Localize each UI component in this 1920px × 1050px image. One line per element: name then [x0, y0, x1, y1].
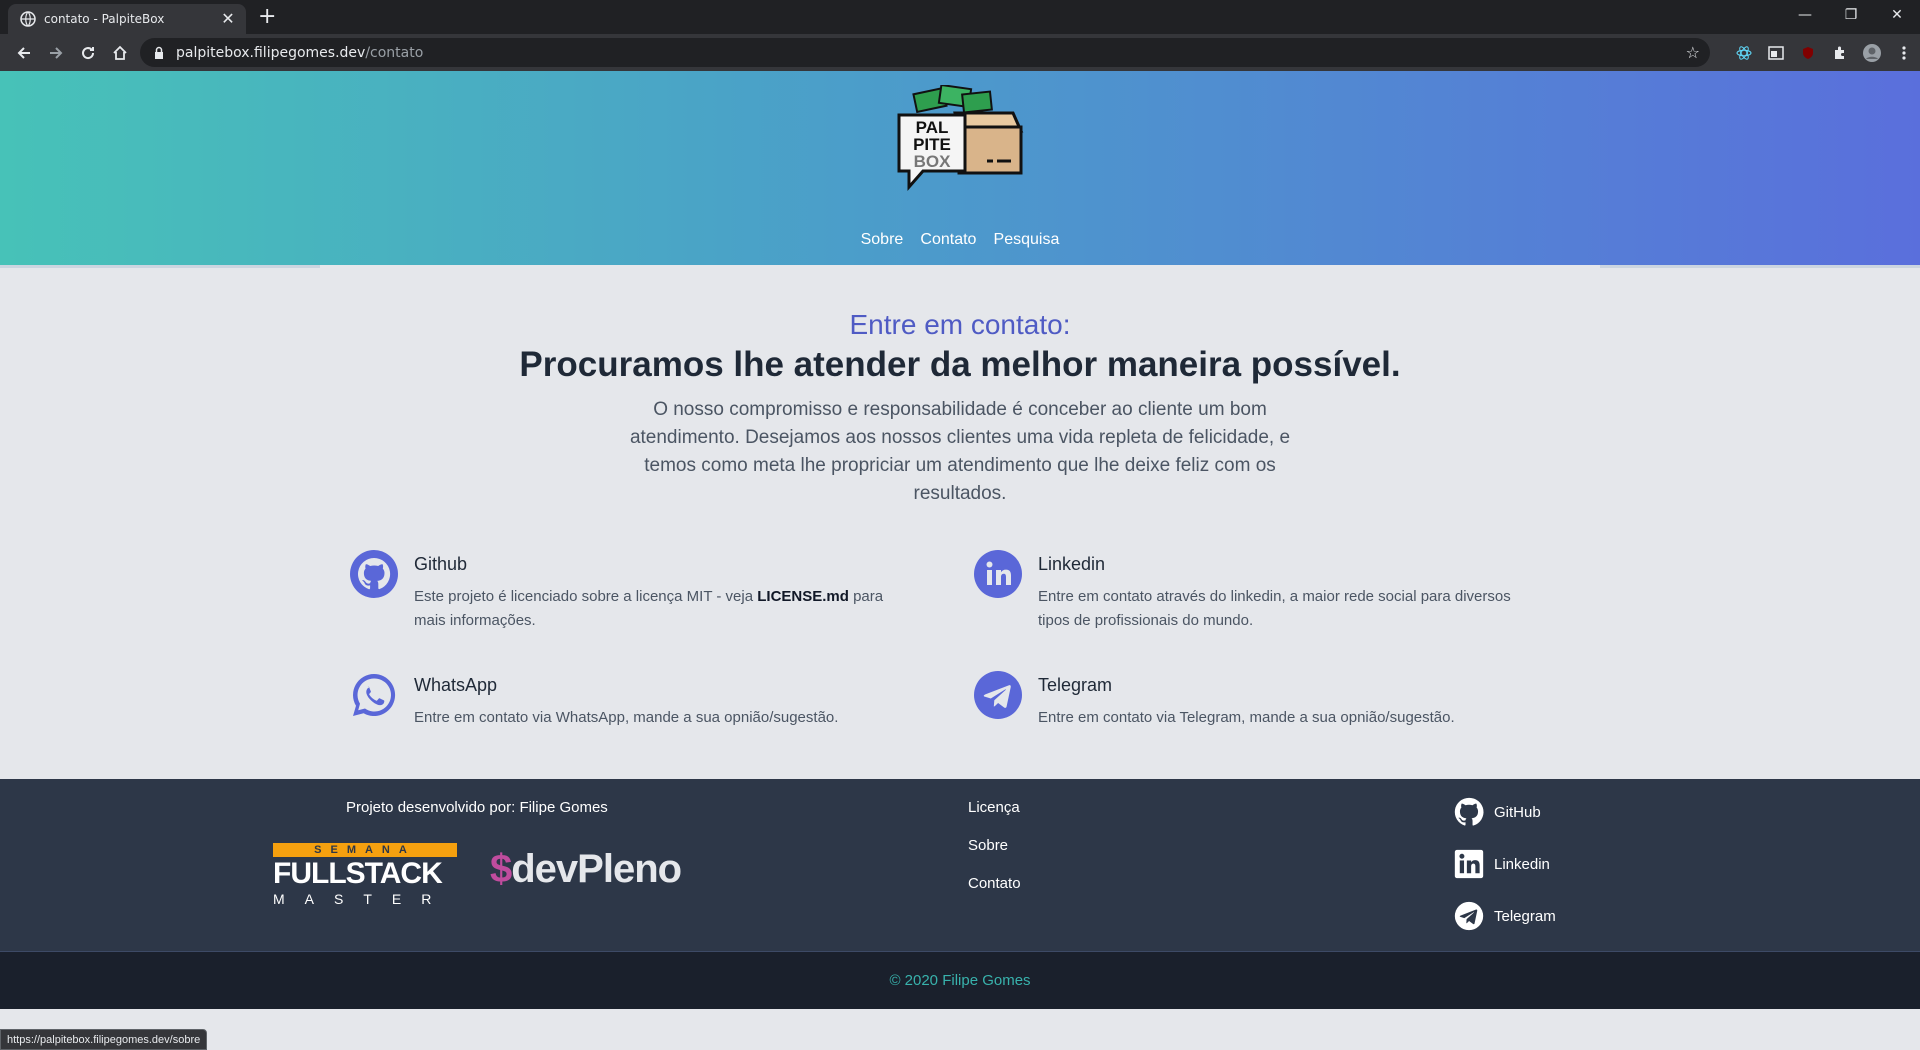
linkedin-icon: [974, 550, 1022, 598]
footer-link-sobre[interactable]: Sobre: [968, 837, 1021, 854]
status-bar-url: https://palpitebox.filipegomes.dev/sobre: [0, 1029, 208, 1050]
main-nav: Sobre Contato Pesquisa: [0, 229, 1920, 249]
card-linkedin-text: Entre em contato através do linkedin, a …: [1038, 588, 1511, 629]
home-button[interactable]: [104, 39, 136, 67]
react-devtools-icon[interactable]: [1728, 45, 1760, 61]
nav-contato[interactable]: Contato: [920, 231, 976, 248]
close-window-button[interactable]: ✕: [1874, 0, 1920, 30]
card-telegram-title: Telegram: [1038, 675, 1113, 695]
contact-heading: Procuramos lhe atender da melhor maneira…: [519, 345, 1401, 384]
browser-menu-icon[interactable]: [1888, 45, 1920, 61]
globe-icon: [20, 11, 36, 27]
bookmark-star-icon[interactable]: ☆: [1686, 43, 1700, 62]
telegram-icon: [1452, 899, 1488, 933]
reload-button[interactable]: [72, 39, 104, 67]
card-linkedin: Linkedin Entre em contato através do lin…: [974, 550, 1534, 633]
tab-title: contato - PalpiteBox: [44, 12, 165, 26]
social-linkedin[interactable]: Linkedin: [1452, 847, 1556, 881]
fullstack-main: FULLSTACK: [273, 857, 443, 890]
forward-button[interactable]: [40, 39, 72, 67]
back-button[interactable]: [8, 39, 40, 67]
footer-link-licenca[interactable]: Licença: [968, 799, 1021, 816]
palpitebox-logo[interactable]: PAL PITE BOX: [895, 83, 1025, 195]
card-linkedin-title: Linkedin: [1038, 554, 1106, 574]
card-github-text: Este projeto é licenciado sobre a licenç…: [414, 588, 884, 629]
card-telegram: Telegram Entre em contato via Telegram, …: [974, 671, 1534, 730]
site-footer: Projeto desenvolvido por: Filipe Gomes S…: [0, 779, 1920, 951]
card-github: Github Este projeto é licenciado sobre a…: [350, 550, 910, 633]
close-tab-icon[interactable]: ✕: [220, 11, 236, 27]
browser-tabbar: contato - PalpiteBox ✕ + — ❐ ✕: [0, 0, 1920, 34]
footer-credit: Projeto desenvolvido por: Filipe Gomes: [346, 799, 608, 816]
footer-link-contato[interactable]: Contato: [968, 875, 1021, 892]
license-link[interactable]: LICENSE.md: [757, 588, 849, 605]
footer-social: GitHub Linkedin Telegram: [1452, 795, 1556, 951]
minimize-button[interactable]: —: [1782, 0, 1828, 30]
nav-sobre[interactable]: Sobre: [861, 231, 904, 248]
github-icon: [350, 550, 398, 598]
fullstack-top: SEMANA: [273, 843, 457, 857]
new-tab-button[interactable]: +: [258, 6, 276, 28]
social-telegram[interactable]: Telegram: [1452, 899, 1556, 933]
ublock-icon[interactable]: [1792, 46, 1824, 60]
card-whatsapp: WhatsApp Entre em contato via WhatsApp, …: [350, 671, 910, 730]
card-whatsapp-title: WhatsApp: [414, 675, 498, 695]
browser-toolbar: palpitebox.filipegomes.dev/contato ☆: [0, 34, 1920, 71]
card-telegram-text: Entre em contato via Telegram, mande a s…: [1038, 709, 1455, 726]
url-host: palpitebox.filipegomes.dev: [176, 44, 366, 61]
card-whatsapp-text: Entre em contato via WhatsApp, mande a s…: [414, 709, 839, 726]
footer-links: Licença Sobre Contato: [968, 799, 1021, 913]
address-bar[interactable]: palpitebox.filipegomes.dev/contato ☆: [140, 38, 1710, 67]
contact-intro: O nosso compromisso e responsabilidade é…: [629, 399, 1291, 504]
telegram-icon: [974, 671, 1022, 719]
social-github-label: GitHub: [1494, 803, 1541, 821]
social-linkedin-label: Linkedin: [1494, 855, 1550, 873]
whatsapp-icon: [350, 671, 398, 719]
logo-text-box: BOX: [914, 152, 952, 171]
devpleno-logo[interactable]: $devPleno: [490, 847, 682, 892]
social-telegram-label: Telegram: [1494, 907, 1556, 925]
fullstack-master-logo[interactable]: SEMANA FULLSTACK MASTER: [273, 843, 457, 911]
nav-pesquisa[interactable]: Pesquisa: [994, 231, 1060, 248]
window-controls: — ❐ ✕: [1782, 0, 1920, 30]
linkedin-icon: [1452, 847, 1488, 881]
url-path: /contato: [365, 44, 424, 61]
tab-manager-icon[interactable]: [1760, 45, 1792, 60]
contact-subheading: Entre em contato:: [849, 309, 1071, 340]
contact-section: Entre em contato: Procuramos lhe atender…: [0, 265, 1920, 780]
browser-tab[interactable]: contato - PalpiteBox ✕: [8, 4, 246, 34]
copyright-bar: © 2020 Filipe Gomes: [0, 951, 1920, 1009]
site-header: PAL PITE BOX Sobre Contato Pesquisa: [0, 71, 1920, 265]
restore-button[interactable]: ❐: [1828, 0, 1874, 30]
card-github-title: Github: [414, 554, 468, 574]
github-icon: [1452, 795, 1488, 829]
profile-avatar[interactable]: [1856, 43, 1888, 63]
extensions-area: [1728, 34, 1920, 71]
lock-icon[interactable]: [152, 46, 166, 60]
extensions-puzzle-icon[interactable]: [1824, 45, 1856, 61]
social-github[interactable]: GitHub: [1452, 795, 1556, 829]
fullstack-bottom: MASTER: [273, 891, 452, 907]
copyright-text: © 2020 Filipe Gomes: [889, 972, 1031, 989]
